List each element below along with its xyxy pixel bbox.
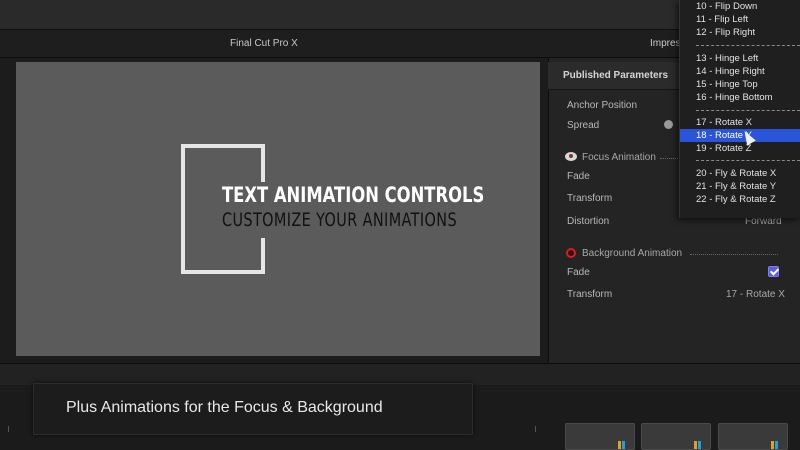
background-animation-section[interactable]: Background Animation bbox=[582, 248, 682, 259]
section-divider bbox=[690, 254, 778, 255]
clip-color-stripe bbox=[622, 441, 625, 449]
clip-color-stripe bbox=[775, 441, 778, 449]
spread-slider-knob[interactable] bbox=[664, 120, 673, 129]
focus-fade-label: Fade bbox=[567, 171, 590, 182]
menu-item[interactable]: 11 - Flip Left bbox=[680, 13, 800, 26]
menu-item[interactable]: 22 - Fly & Rotate Z bbox=[680, 193, 800, 206]
title-subline: CUSTOMIZE YOUR ANIMATIONS bbox=[222, 209, 457, 231]
app-title: Final Cut Pro X bbox=[230, 38, 298, 49]
eye-icon[interactable] bbox=[565, 152, 577, 161]
menu-item[interactable]: 19 - Rotate Z bbox=[680, 142, 800, 155]
section-divider bbox=[660, 158, 678, 159]
focus-distortion-label: Distortion bbox=[567, 216, 610, 227]
menu-item[interactable]: 20 - Fly & Rotate X bbox=[680, 167, 800, 180]
ruler-tick bbox=[535, 426, 536, 432]
menu-item[interactable]: 17 - Rotate X bbox=[680, 116, 800, 129]
menu-item-selected[interactable]: 18 - Rotate Y bbox=[680, 129, 800, 142]
clip-color-stripe bbox=[698, 441, 701, 449]
inspector-title: Impressive bbox=[650, 38, 682, 49]
clip-color-stripe bbox=[694, 441, 697, 449]
menu-item[interactable]: 12 - Flip Right bbox=[680, 26, 800, 39]
menu-item[interactable]: 14 - Hinge Right bbox=[680, 65, 800, 78]
timeline-toolbar bbox=[0, 363, 800, 385]
browser-clip-thumbnail[interactable] bbox=[718, 423, 788, 450]
caption-text: Plus Animations for the Focus & Backgrou… bbox=[66, 399, 383, 416]
menu-item[interactable]: 21 - Fly & Rotate Y bbox=[680, 180, 800, 193]
record-icon[interactable] bbox=[566, 248, 576, 258]
transform-dropdown-menu[interactable]: 10 - Flip Down 11 - Flip Left 12 - Flip … bbox=[679, 0, 800, 218]
menu-item[interactable]: 13 - Hinge Left bbox=[680, 52, 800, 65]
clip-color-stripe bbox=[618, 441, 621, 449]
browser-clip-thumbnail[interactable] bbox=[641, 423, 711, 450]
bg-transform-value[interactable]: 17 - Rotate X bbox=[726, 289, 785, 300]
bg-fade-checkbox[interactable] bbox=[768, 266, 779, 277]
anchor-position-label: Anchor Position bbox=[567, 100, 638, 111]
title-headline: TEXT ANIMATION CONTROLS bbox=[222, 183, 485, 207]
bg-transform-label: Transform bbox=[567, 289, 613, 300]
clip-color-stripe bbox=[771, 441, 774, 449]
ruler-tick bbox=[8, 426, 9, 432]
menu-separator bbox=[696, 160, 800, 161]
menu-separator bbox=[696, 45, 800, 46]
menu-item[interactable]: 15 - Hinge Top bbox=[680, 78, 800, 91]
browser-clip-thumbnail[interactable] bbox=[565, 423, 635, 450]
focus-animation-section[interactable]: Focus Animation bbox=[582, 152, 656, 163]
spread-label: Spread bbox=[567, 120, 600, 131]
published-parameters-label: Published Parameters bbox=[563, 70, 669, 81]
menu-item[interactable]: 10 - Flip Down bbox=[680, 0, 800, 13]
bg-fade-label: Fade bbox=[567, 267, 590, 278]
menu-separator bbox=[696, 110, 800, 111]
focus-transform-label: Transform bbox=[567, 193, 613, 204]
menu-item[interactable]: 16 - Hinge Bottom bbox=[680, 91, 800, 104]
